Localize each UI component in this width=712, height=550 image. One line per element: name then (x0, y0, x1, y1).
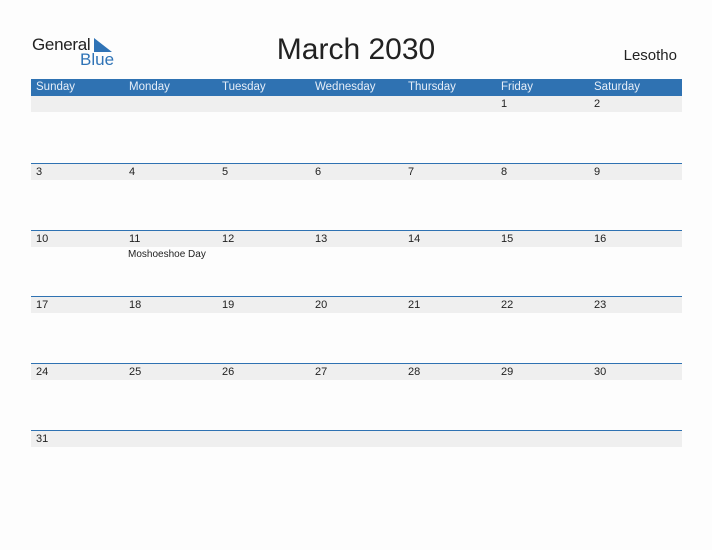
weekday-wednesday: Wednesday (315, 81, 376, 93)
day-number: 2 (594, 98, 601, 110)
day-cell: 16 (589, 231, 682, 298)
day-number: 31 (36, 433, 49, 445)
day-cell (217, 431, 310, 498)
day-cell (403, 96, 496, 163)
day-number: 9 (594, 166, 601, 178)
day-cell: 29 (496, 364, 589, 431)
weekday-header: Sunday Monday Tuesday Wednesday Thursday… (31, 79, 682, 96)
day-cell: 23 (589, 297, 682, 364)
day-cell: 24 (31, 364, 124, 431)
weekday-saturday: Saturday (594, 81, 641, 93)
day-number: 27 (315, 366, 328, 378)
day-cell (589, 431, 682, 498)
day-number: 21 (408, 299, 421, 311)
country-label: Lesotho (623, 47, 677, 64)
weekday-sunday: Sunday (36, 81, 76, 93)
day-number: 6 (315, 166, 322, 178)
day-cell: 11 Moshoeshoe Day (124, 231, 217, 298)
day-cell: 2 (589, 96, 682, 163)
day-cell (310, 431, 403, 498)
day-cell: 6 (310, 164, 403, 231)
day-cell (31, 96, 124, 163)
day-cell: 25 (124, 364, 217, 431)
day-cell: 9 (589, 164, 682, 231)
day-cell: 14 (403, 231, 496, 298)
day-cell: 8 (496, 164, 589, 231)
day-number: 18 (129, 299, 142, 311)
page-title: March 2030 (276, 33, 436, 66)
calendar-week: 10 11 Moshoeshoe Day 12 13 14 15 16 (31, 230, 682, 298)
day-cell: 13 (310, 231, 403, 298)
day-number: 4 (129, 166, 136, 178)
day-number: 15 (501, 233, 514, 245)
day-number: 7 (408, 166, 415, 178)
day-number: 16 (594, 233, 607, 245)
day-cell: 21 (403, 297, 496, 364)
day-cell (310, 96, 403, 163)
weekday-thursday: Thursday (408, 81, 456, 93)
calendar-week: 31 (31, 430, 682, 498)
day-number: 29 (501, 366, 514, 378)
day-number: 3 (36, 166, 43, 178)
day-cell (217, 96, 310, 163)
day-number: 12 (222, 233, 235, 245)
day-number: 11 (129, 233, 141, 245)
day-cell: 31 (31, 431, 124, 498)
day-number: 10 (36, 233, 49, 245)
day-number: 8 (501, 166, 508, 178)
day-number: 20 (315, 299, 328, 311)
day-number: 26 (222, 366, 235, 378)
day-cell: 17 (31, 297, 124, 364)
day-cell (403, 431, 496, 498)
calendar-week: 17 18 19 20 21 22 23 (31, 296, 682, 364)
day-number: 25 (129, 366, 142, 378)
day-cell (124, 431, 217, 498)
day-cell: 22 (496, 297, 589, 364)
day-number: 28 (408, 366, 421, 378)
day-cell: 12 (217, 231, 310, 298)
day-cell: 10 (31, 231, 124, 298)
day-cell: 4 (124, 164, 217, 231)
day-cell: 20 (310, 297, 403, 364)
day-cell (124, 96, 217, 163)
day-number: 19 (222, 299, 235, 311)
day-cell: 28 (403, 364, 496, 431)
holiday-label: Moshoeshoe Day (128, 249, 206, 260)
calendar-week: 12 (31, 96, 682, 163)
weekday-tuesday: Tuesday (222, 81, 266, 93)
day-cell: 30 (589, 364, 682, 431)
day-number: 13 (315, 233, 328, 245)
day-number: 1 (501, 98, 508, 110)
day-cell: 18 (124, 297, 217, 364)
day-number: 22 (501, 299, 514, 311)
day-number: 24 (36, 366, 49, 378)
day-cell: 3 (31, 164, 124, 231)
day-cell: 19 (217, 297, 310, 364)
day-cell: 26 (217, 364, 310, 431)
day-cell: 15 (496, 231, 589, 298)
day-number: 30 (594, 366, 607, 378)
weekday-friday: Friday (501, 81, 533, 93)
day-number: 23 (594, 299, 607, 311)
day-cell: 27 (310, 364, 403, 431)
day-cell: 1 (496, 96, 589, 163)
day-cell: 7 (403, 164, 496, 231)
calendar-week: 24 25 26 27 28 29 30 (31, 363, 682, 431)
day-cell: 5 (217, 164, 310, 231)
day-number: 17 (36, 299, 49, 311)
calendar-week: 3 4 5 6 7 8 9 (31, 163, 682, 231)
day-cell (496, 431, 589, 498)
day-number: 14 (408, 233, 421, 245)
day-number: 5 (222, 166, 229, 178)
weekday-monday: Monday (129, 81, 170, 93)
